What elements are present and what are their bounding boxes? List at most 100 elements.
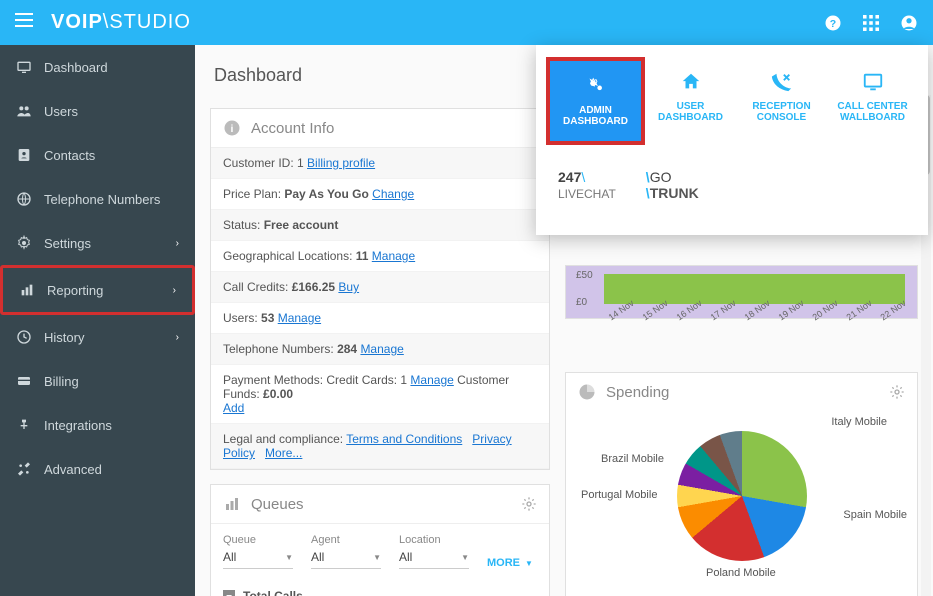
sidebar-label: Users [44,104,78,119]
sidebar-label: Advanced [44,462,102,477]
label: Call Credits: [223,280,292,294]
svg-text:?: ? [830,17,836,29]
info-row: Legal and compliance: Terms and Conditio… [211,424,549,469]
logo-part1: VOIP [51,11,103,33]
manage-users-link[interactable]: Manage [278,311,321,325]
account-icon[interactable] [900,14,918,32]
sidebar-item-reporting[interactable]: Reporting › [0,265,195,315]
sidebar-item-contacts[interactable]: Contacts [0,133,195,177]
pie [677,431,807,561]
value: Free account [264,218,339,232]
sidebar-item-settings[interactable]: Settings › [0,221,195,265]
filter-label: Agent [311,534,381,546]
tile-label: CALL CENTER WALLBOARD [831,101,914,123]
pie-label: Poland Mobile [706,567,776,579]
help-icon[interactable]: ? [824,14,842,32]
info-row: Users: 53 Manage [211,303,549,334]
apps-icon[interactable] [862,14,880,32]
panel-header: i Account Info [211,109,549,148]
panel-header: Spending [566,373,917,411]
value: 284 [337,342,360,356]
chevron-right-icon: › [176,238,179,249]
chevron-right-icon: › [176,332,179,343]
sidebar-label: Reporting [47,283,103,298]
logo-text: GO [650,169,672,185]
filter-value: All [399,550,412,564]
value: 11 [356,249,372,263]
y-tick: £50 [576,270,593,281]
change-plan-link[interactable]: Change [372,187,414,201]
collapse-icon: − [223,590,235,596]
panel-title: Spending [606,384,669,401]
sidebar-item-billing[interactable]: Billing [0,359,195,403]
agent-filter[interactable]: Agent All▼ [311,534,381,569]
account-info-panel: i Account Info Customer ID: 1 Billing pr… [210,108,550,470]
buy-credits-link[interactable]: Buy [338,280,359,294]
tile-label: RECEPTION CONSOLE [740,101,823,123]
panel-header: Queues [211,485,549,524]
tile-label: ADMIN DASHBOARD [554,105,637,127]
add-funds-link[interactable]: Add [223,401,244,415]
panel-title: Account Info [251,120,334,137]
sidebar-item-integrations[interactable]: Integrations [0,403,195,447]
app-logo: VOIP\STUDIO [51,11,191,34]
sidebar-label: Billing [44,374,79,389]
more-label: MORE [487,557,520,569]
sidebar-label: History [44,330,84,345]
manage-payment-link[interactable]: Manage [410,373,453,387]
label: Telephone Numbers: [223,342,337,356]
queues-panel: Queues Queue All▼ Agent All▼ L [210,484,550,596]
label: Geographical Locations: [223,249,356,263]
filter-value: All [311,550,324,564]
info-row: Telephone Numbers: 284 Manage [211,334,549,365]
more-button[interactable]: MORE ▼ [487,557,533,569]
label: Legal and compliance: [223,432,346,446]
label: Users: [223,311,261,325]
logo-text: TRUNK [650,185,699,201]
x-axis: 14 Nov 15 Nov 16 Nov 17 Nov 18 Nov 19 No… [604,306,905,316]
queue-filter[interactable]: Queue All ▼ [223,534,293,569]
info-row: Price Plan: Pay As You Go Change [211,179,549,210]
terms-link[interactable]: Terms and Conditions [346,432,462,446]
chevron-down-icon: ▼ [461,553,469,562]
info-row: Geographical Locations: 11 Manage [211,241,549,272]
wallboard-tile[interactable]: CALL CENTER WALLBOARD [827,57,918,145]
sidebar-item-numbers[interactable]: Telephone Numbers [0,177,195,221]
page-title: Dashboard [210,57,550,94]
info-row: Payment Methods: Credit Cards: 1 Manage … [211,365,549,424]
total-calls-label: Total Calls [243,589,303,596]
gear-icon[interactable] [889,384,905,400]
y-tick: £0 [576,297,593,308]
billing-profile-link[interactable]: Billing profile [307,156,375,170]
sidebar-label: Integrations [44,418,112,433]
sidebar-label: Settings [44,236,91,251]
sidebar-item-history[interactable]: History › [0,315,195,359]
manage-geo-link[interactable]: Manage [372,249,415,263]
more-link[interactable]: More... [265,446,302,460]
sidebar-label: Dashboard [44,60,108,75]
info-row: Status: Free account [211,210,549,241]
total-calls-row[interactable]: − Total Calls [211,579,549,596]
value: £0.00 [263,387,293,401]
label: Status: [223,218,264,232]
sidebar-item-users[interactable]: Users [0,89,195,133]
chevron-down-icon: ▼ [285,553,293,562]
filter-label: Queue [223,534,293,546]
label: Price Plan: [223,187,284,201]
user-dashboard-tile[interactable]: USER DASHBOARD [645,57,736,145]
sidebar-item-advanced[interactable]: Advanced [0,447,195,491]
location-filter[interactable]: Location All▼ [399,534,469,569]
gotrunk-link[interactable]: \GO \TRUNK [646,169,699,201]
sidebar-label: Contacts [44,148,95,163]
chart-icon [223,495,241,513]
menu-icon[interactable] [15,13,33,32]
gear-icon[interactable] [521,496,537,512]
admin-dashboard-tile[interactable]: ADMIN DASHBOARD [546,57,645,145]
dashboard-switcher-popup: ADMIN DASHBOARD USER DASHBOARD RECEPTION… [536,45,928,235]
spending-bar-chart: £50 £0 14 Nov 15 Nov 16 Nov 17 Nov 18 No… [565,265,918,319]
reception-console-tile[interactable]: RECEPTION CONSOLE [736,57,827,145]
filter-value: All [223,550,236,564]
manage-numbers-link[interactable]: Manage [360,342,403,356]
sidebar-item-dashboard[interactable]: Dashboard [0,45,195,89]
livechat-link[interactable]: 247\ LIVECHAT [558,169,616,201]
